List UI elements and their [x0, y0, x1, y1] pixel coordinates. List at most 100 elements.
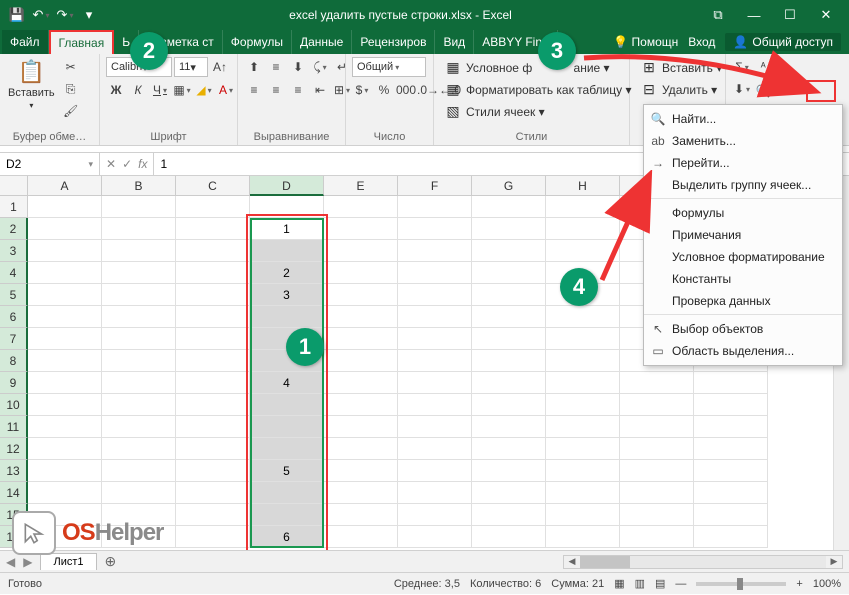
sort-filter-button[interactable]: ᴬ↓	[756, 57, 776, 77]
align-center-button[interactable]: ≡	[266, 80, 286, 100]
cell-G5[interactable]	[472, 284, 546, 306]
enter-formula-icon[interactable]: ✓	[122, 157, 132, 171]
view-pagebreak-button[interactable]: ▤	[655, 577, 665, 590]
cell-E13[interactable]	[324, 460, 398, 482]
cell-A10[interactable]	[28, 394, 102, 416]
orientation-button[interactable]: ⤹	[310, 57, 330, 77]
cell-J13[interactable]	[694, 460, 768, 482]
cell-H6[interactable]	[546, 306, 620, 328]
font-color-button[interactable]: A	[216, 80, 236, 100]
delete-cells-button[interactable]: ⊟Удалить ▾	[636, 79, 721, 100]
borders-button[interactable]: ▦	[172, 80, 192, 100]
cell-F7[interactable]	[398, 328, 472, 350]
cell-A3[interactable]	[28, 240, 102, 262]
cell-J9[interactable]	[694, 372, 768, 394]
tab-home[interactable]: Главная	[49, 30, 115, 54]
align-bottom-button[interactable]: ⬇	[288, 57, 308, 77]
cell-B12[interactable]	[102, 438, 176, 460]
cell-E16[interactable]	[324, 526, 398, 548]
cell-D4[interactable]: 2	[250, 262, 324, 284]
cell-B8[interactable]	[102, 350, 176, 372]
cell-C4[interactable]	[176, 262, 250, 284]
cell-I11[interactable]	[620, 416, 694, 438]
column-header-D[interactable]: D	[250, 176, 324, 196]
italic-button[interactable]: К	[128, 80, 148, 100]
cell-H16[interactable]	[546, 526, 620, 548]
row-header-7[interactable]: 7	[0, 328, 28, 350]
cell-C2[interactable]	[176, 218, 250, 240]
cell-C3[interactable]	[176, 240, 250, 262]
cell-F9[interactable]	[398, 372, 472, 394]
cell-F6[interactable]	[398, 306, 472, 328]
cell-E5[interactable]	[324, 284, 398, 306]
save-button[interactable]: 💾	[6, 4, 28, 26]
cell-E6[interactable]	[324, 306, 398, 328]
cell-G3[interactable]	[472, 240, 546, 262]
cell-B9[interactable]	[102, 372, 176, 394]
menu-constants[interactable]: Константы	[644, 268, 842, 290]
cell-C6[interactable]	[176, 306, 250, 328]
cell-C9[interactable]	[176, 372, 250, 394]
cell-C12[interactable]	[176, 438, 250, 460]
sign-in[interactable]: Вход	[688, 35, 715, 49]
cell-E2[interactable]	[324, 218, 398, 240]
row-header-10[interactable]: 10	[0, 394, 28, 416]
row-header-3[interactable]: 3	[0, 240, 28, 262]
copy-button[interactable]: ⎘	[61, 79, 81, 99]
cell-A2[interactable]	[28, 218, 102, 240]
fill-button[interactable]: ⬇	[732, 79, 752, 99]
cell-E11[interactable]	[324, 416, 398, 438]
tab-file[interactable]: Файл	[2, 30, 49, 54]
find-select-button[interactable]: 🔍	[756, 81, 776, 101]
qat-customize[interactable]: ▾	[78, 4, 100, 26]
cell-J15[interactable]	[694, 504, 768, 526]
cell-G2[interactable]	[472, 218, 546, 240]
cell-G13[interactable]	[472, 460, 546, 482]
cell-H10[interactable]	[546, 394, 620, 416]
cell-I16[interactable]	[620, 526, 694, 548]
cell-G11[interactable]	[472, 416, 546, 438]
cell-E10[interactable]	[324, 394, 398, 416]
format-as-table-button[interactable]: ▦Форматировать как таблицу ▾	[440, 79, 636, 100]
cell-G12[interactable]	[472, 438, 546, 460]
cell-C11[interactable]	[176, 416, 250, 438]
row-header-1[interactable]: 1	[0, 196, 28, 218]
row-header-13[interactable]: 13	[0, 460, 28, 482]
cell-H14[interactable]	[546, 482, 620, 504]
cell-F14[interactable]	[398, 482, 472, 504]
cell-C16[interactable]	[176, 526, 250, 548]
cell-D12[interactable]	[250, 438, 324, 460]
cell-A4[interactable]	[28, 262, 102, 284]
indent-dec-button[interactable]: ⇤	[310, 80, 330, 100]
cell-H1[interactable]	[546, 196, 620, 218]
redo-button[interactable]: ↷	[54, 4, 76, 26]
row-header-4[interactable]: 4	[0, 262, 28, 284]
tab-data[interactable]: Данные	[292, 30, 352, 54]
cell-D10[interactable]	[250, 394, 324, 416]
cell-B7[interactable]	[102, 328, 176, 350]
cell-G15[interactable]	[472, 504, 546, 526]
cell-J16[interactable]	[694, 526, 768, 548]
cell-D5[interactable]: 3	[250, 284, 324, 306]
cell-E14[interactable]	[324, 482, 398, 504]
cell-E15[interactable]	[324, 504, 398, 526]
cell-E4[interactable]	[324, 262, 398, 284]
cell-H13[interactable]	[546, 460, 620, 482]
cell-D1[interactable]	[250, 196, 324, 218]
cell-A9[interactable]	[28, 372, 102, 394]
cell-C1[interactable]	[176, 196, 250, 218]
column-header-E[interactable]: E	[324, 176, 398, 196]
cell-G4[interactable]	[472, 262, 546, 284]
cell-C14[interactable]	[176, 482, 250, 504]
fill-color-button[interactable]: ◢	[194, 80, 214, 100]
conditional-formatting-button[interactable]: ▦Условное ф ание ▾	[440, 57, 614, 78]
paste-button[interactable]: 📋 Вставить▾	[6, 57, 57, 112]
name-box[interactable]: D2▾	[0, 153, 100, 175]
cell-G8[interactable]	[472, 350, 546, 372]
cell-A12[interactable]	[28, 438, 102, 460]
ribbon-options-button[interactable]: ⧉	[701, 1, 735, 29]
cell-B6[interactable]	[102, 306, 176, 328]
sheet-nav-next[interactable]: ▶	[23, 555, 32, 569]
cell-F3[interactable]	[398, 240, 472, 262]
cell-F10[interactable]	[398, 394, 472, 416]
